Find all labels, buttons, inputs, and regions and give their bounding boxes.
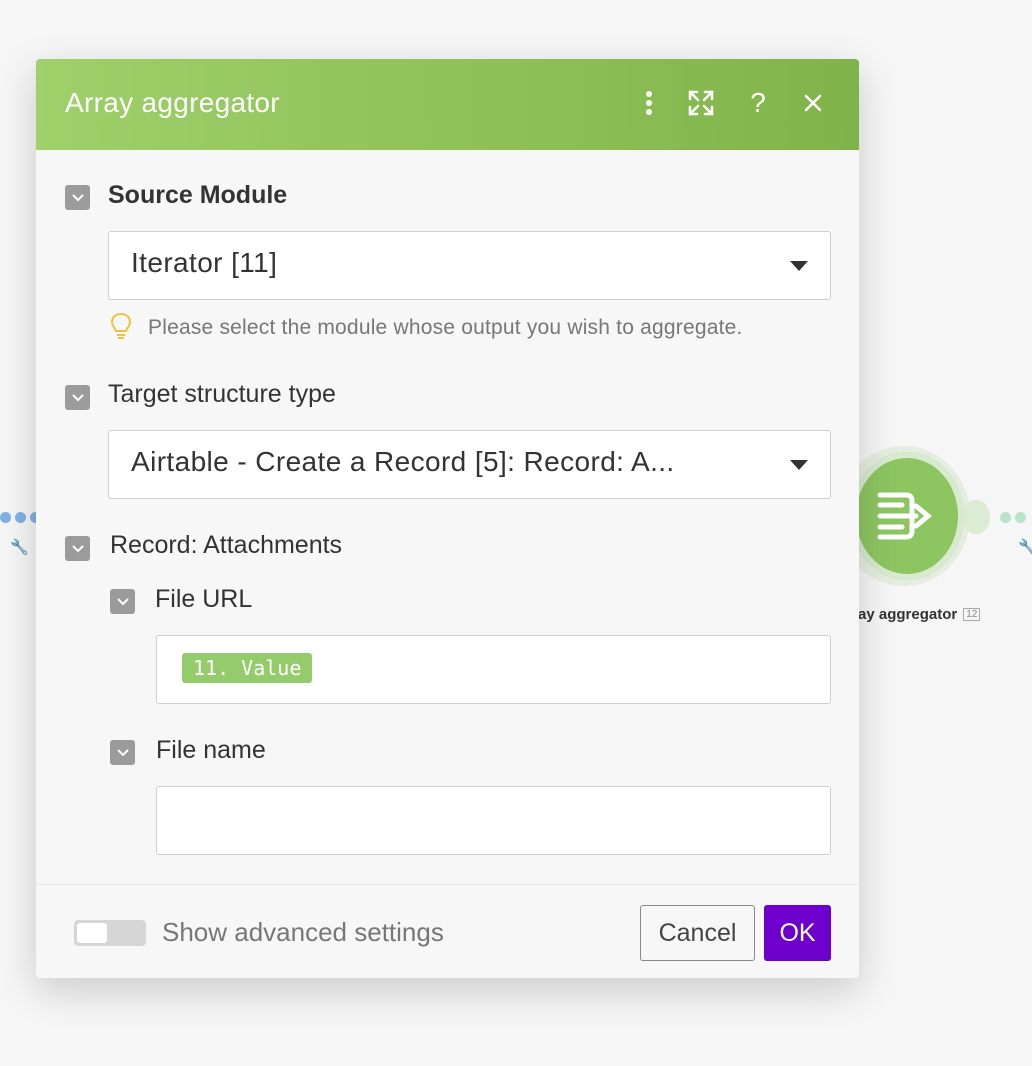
dialog-header: Array aggregator ? (36, 59, 859, 150)
close-icon[interactable] (795, 85, 831, 121)
chevron-down-icon (71, 544, 84, 552)
connector-dot (1000, 512, 1011, 523)
source-module-label: Source Module (108, 181, 288, 209)
connector-dot (15, 512, 26, 523)
file-url-input[interactable]: 11. Value (156, 635, 831, 704)
source-module-select[interactable]: Iterator [11] (108, 231, 831, 300)
array-aggregator-dialog: Array aggregator ? Source Module Iterato… (36, 59, 859, 978)
mapped-value-token[interactable]: 11. Value (182, 653, 313, 683)
source-module-toggle[interactable] (65, 185, 90, 210)
dialog-body: Source Module Iterator [11] Please selec… (36, 150, 859, 884)
lightbulb-icon (110, 312, 132, 339)
module-connector-handle[interactable] (962, 500, 990, 534)
connector-dot (0, 512, 11, 523)
chevron-down-icon (116, 748, 129, 756)
module-id-badge: 12 (963, 608, 981, 621)
file-url-label: File URL (155, 585, 253, 613)
target-structure-toggle[interactable] (65, 385, 90, 410)
caret-down-icon (790, 261, 808, 271)
ok-button[interactable]: OK (764, 905, 831, 961)
source-module-value: Iterator [11] (131, 247, 278, 278)
chevron-down-icon (71, 193, 84, 201)
connector-dots-left (0, 512, 41, 523)
help-icon[interactable]: ? (740, 85, 776, 121)
file-url-toggle[interactable] (110, 589, 135, 614)
toggle-knob (77, 923, 107, 943)
source-module-hint: Please select the module whose output yo… (148, 316, 743, 339)
array-aggregator-module[interactable] (850, 452, 964, 580)
file-name-label: File name (156, 736, 266, 764)
record-attachments-toggle[interactable] (65, 536, 90, 561)
module-name: ay aggregator (858, 606, 958, 623)
dialog-footer: Show advanced settings Cancel OK (36, 884, 859, 978)
cancel-button[interactable]: Cancel (640, 905, 755, 961)
chevron-down-icon (116, 597, 129, 605)
aggregator-icon (877, 492, 932, 540)
chevron-down-icon (71, 393, 84, 401)
target-structure-value: Airtable - Create a Record [5]: Record: … (131, 446, 675, 477)
expand-icon[interactable] (683, 85, 719, 121)
target-structure-select[interactable]: Airtable - Create a Record [5]: Record: … (108, 430, 831, 499)
record-attachments-label: Record: Attachments (110, 531, 343, 559)
file-name-input[interactable] (156, 786, 831, 855)
more-vertical-icon[interactable] (631, 85, 667, 121)
module-label: ay aggregator 12 (858, 606, 981, 623)
dialog-title: Array aggregator (65, 87, 280, 118)
target-structure-label: Target structure type (108, 380, 336, 408)
caret-down-icon (790, 460, 808, 470)
wrench-icon[interactable]: 🔧 (1018, 538, 1032, 556)
file-name-toggle[interactable] (110, 740, 135, 765)
advanced-settings-toggle[interactable] (74, 920, 146, 946)
wrench-icon[interactable]: 🔧 (10, 538, 29, 556)
connector-dot (1015, 512, 1026, 523)
connector-dots-right (1000, 512, 1026, 523)
advanced-settings-label: Show advanced settings (162, 917, 444, 947)
